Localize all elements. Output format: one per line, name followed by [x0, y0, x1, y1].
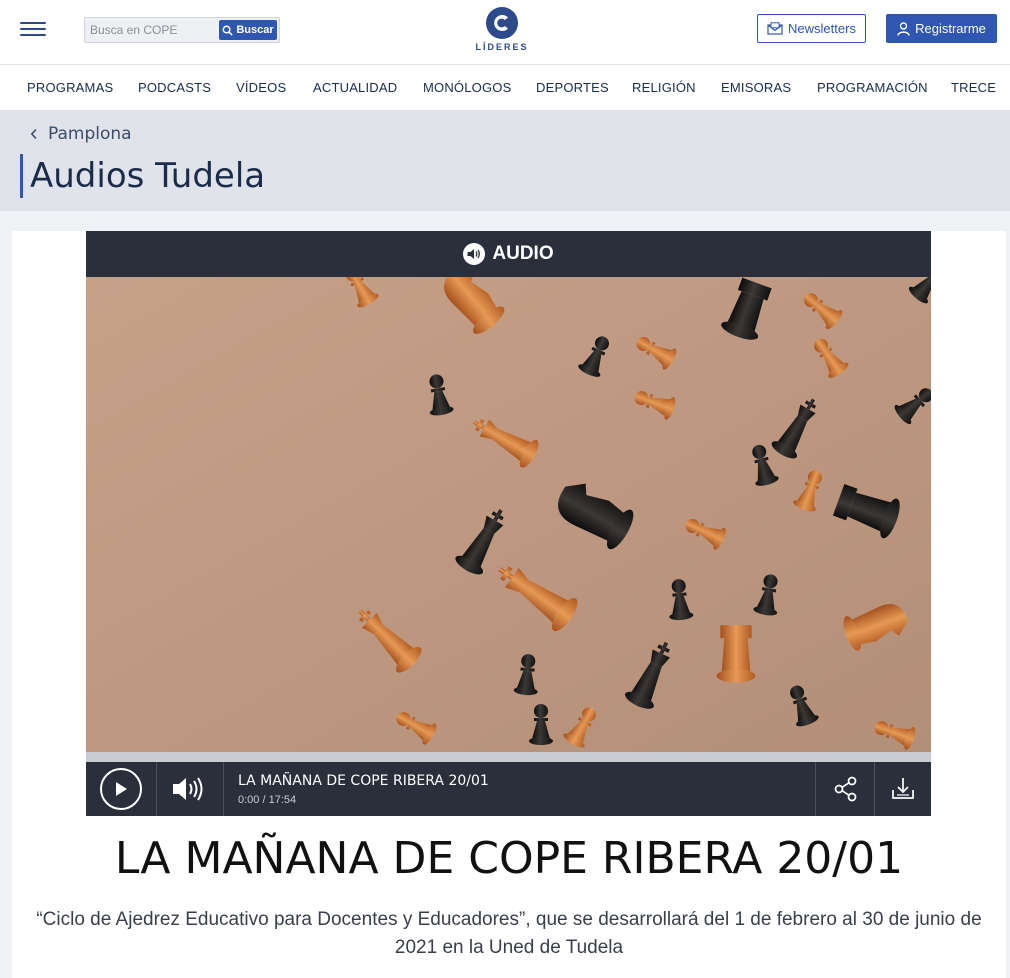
audio-cover-image — [86, 277, 931, 752]
search-button[interactable]: Buscar — [219, 20, 277, 40]
search-icon — [222, 25, 234, 36]
article-headline: LA MAÑANA DE COPE RIBERA 20/01 — [114, 833, 904, 884]
audio-progress-bar[interactable] — [86, 752, 931, 762]
section-header: Pamplona Audios Tudela — [0, 111, 1010, 211]
newsletter-icon — [767, 22, 783, 35]
search-button-label: Buscar — [236, 24, 274, 36]
section-title: Audios Tudela — [20, 154, 265, 198]
top-header: Buscar LÍDERES Newsletters Registrarme — [0, 0, 1010, 64]
play-button[interactable] — [100, 768, 142, 810]
audio-badge-label: AUDIO — [492, 243, 554, 264]
track-title: LA MAÑANA DE COPE RIBERA 20/01 — [238, 773, 489, 789]
cope-logo-icon — [486, 7, 518, 39]
time-separator: / — [259, 794, 269, 806]
newsletters-label: Newsletters — [788, 21, 856, 36]
nav-item-trece[interactable]: TRECE — [951, 80, 996, 95]
breadcrumb-label: Pamplona — [48, 124, 132, 144]
duration: 17:54 — [268, 794, 297, 806]
download-button[interactable] — [889, 775, 917, 803]
menu-icon[interactable] — [20, 20, 46, 38]
nav-item-emisoras[interactable]: EMISORAS — [721, 80, 791, 95]
audio-badge-bar: AUDIO — [86, 231, 931, 277]
nav-item-programas[interactable]: PROGRAMAS — [27, 80, 113, 95]
search-box: Buscar — [84, 17, 280, 43]
user-icon — [897, 21, 910, 36]
current-time: 0:00 — [238, 794, 260, 806]
nav-item-podcasts[interactable]: PODCASTS — [138, 80, 211, 95]
download-icon — [892, 778, 914, 799]
nav-item-actualidad[interactable]: ACTUALIDAD — [313, 80, 397, 95]
article-subtitle: “Ciclo de Ajedrez Educativo para Docente… — [36, 909, 982, 958]
audio-controls: LA MAÑANA DE COPE RIBERA 20/01 0:00 / 17… — [86, 762, 931, 816]
register-label: Registrarme — [915, 21, 986, 36]
nav-item-monologos[interactable]: MONÓLOGOS — [423, 80, 511, 95]
newsletters-button[interactable]: Newsletters — [757, 14, 866, 43]
nav-item-religion[interactable]: RELIGIÓN — [632, 80, 696, 95]
controls-divider — [874, 762, 875, 816]
track-time: 0:00 / 17:54 — [238, 794, 296, 806]
logo-text: LÍDERES — [475, 42, 529, 52]
main-nav: PROGRAMAS PODCASTS VÍDEOS ACTUALIDAD MON… — [0, 64, 1010, 111]
play-icon — [116, 782, 127, 796]
speaker-icon — [463, 243, 486, 265]
nav-item-videos[interactable]: VÍDEOS — [236, 80, 286, 95]
nav-item-programacion[interactable]: PROGRAMACIÓN — [817, 80, 928, 95]
nav-item-deportes[interactable]: DEPORTES — [536, 80, 609, 95]
search-input[interactable] — [85, 18, 217, 42]
chess-pieces-image — [86, 277, 931, 752]
register-button[interactable]: Registrarme — [886, 14, 997, 43]
controls-divider — [223, 762, 224, 816]
volume-icon — [173, 777, 203, 801]
cope-logo[interactable]: LÍDERES — [470, 6, 534, 54]
chevron-left-icon — [30, 128, 37, 140]
breadcrumb[interactable]: Pamplona — [30, 124, 132, 144]
volume-button[interactable] — [170, 774, 210, 804]
controls-divider — [815, 762, 816, 816]
controls-divider — [156, 762, 157, 816]
share-button[interactable] — [832, 775, 860, 803]
share-icon — [834, 776, 857, 802]
